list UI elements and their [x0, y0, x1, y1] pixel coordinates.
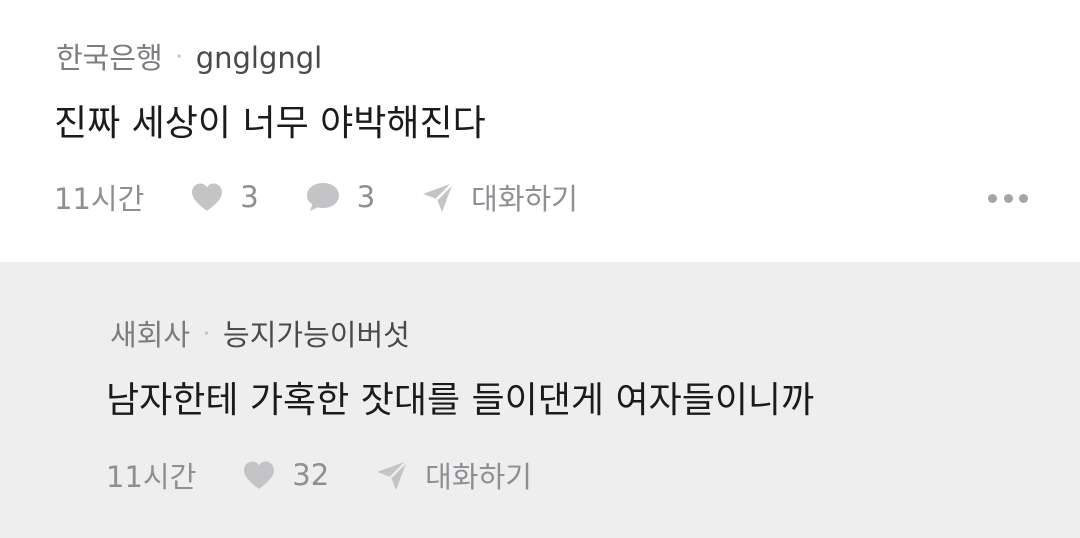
comment-bubble-icon	[306, 183, 339, 211]
reply-timestamp: 11시간	[106, 460, 197, 494]
more-options-button[interactable]	[988, 184, 1028, 212]
author-nickname[interactable]: gnglgngl	[196, 40, 323, 76]
more-icon	[988, 193, 997, 203]
comment-author-line: 한국은행 · gnglgngl	[56, 40, 322, 76]
like-count: 3	[240, 180, 259, 214]
conversation-button[interactable]: 대화하기	[375, 454, 532, 496]
reply-button[interactable]: 3	[305, 180, 375, 214]
author-company[interactable]: 한국은행	[56, 40, 163, 76]
more-icon-dot	[1003, 193, 1013, 203]
reply-text: 남자한테 가혹한 잣대를 들이댄게 여자들이니까	[106, 380, 815, 421]
reply-actions: 11시간 32 대화하기	[106, 455, 578, 495]
conversation-label: 대화하기	[425, 460, 532, 494]
like-count: 32	[292, 458, 330, 492]
heart-icon	[244, 461, 275, 489]
send-icon	[377, 460, 409, 490]
author-company[interactable]: 새회사	[110, 317, 190, 353]
send-icon	[423, 182, 455, 212]
comment-card: 한국은행 · gnglgngl 진짜 세상이 너무 야박해진다 11시간 3 3…	[0, 0, 1080, 262]
reply-count: 3	[356, 180, 376, 214]
comment-timestamp: 11시간	[54, 182, 145, 216]
comment-text: 진짜 세상이 너무 야박해진다	[54, 103, 486, 144]
conversation-label: 대화하기	[471, 182, 578, 216]
author-nickname[interactable]: 능지가능이버섯	[223, 317, 410, 353]
comment-actions: 11시간 3 3 대화하기	[54, 177, 624, 217]
heart-icon	[192, 183, 223, 211]
more-icon-dot	[1019, 193, 1028, 203]
like-button[interactable]: 3	[190, 180, 259, 214]
conversation-button[interactable]: 대화하기	[421, 176, 578, 218]
like-button[interactable]: 32	[242, 458, 329, 492]
reply-author-line: 새회사 · 능지가능이버섯	[110, 317, 410, 353]
separator-dot: ·	[175, 45, 183, 70]
reply-card: 새회사 · 능지가능이버섯 남자한테 가혹한 잣대를 들이댄게 여자들이니까 1…	[0, 262, 1080, 538]
separator-dot: ·	[203, 322, 211, 347]
